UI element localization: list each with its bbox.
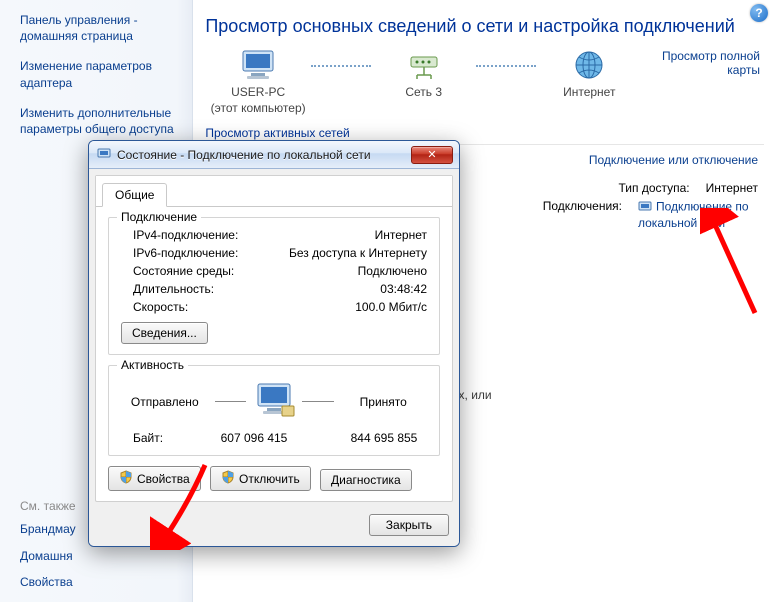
nic-icon xyxy=(97,146,111,163)
node-network-name: Сеть 3 xyxy=(371,85,477,101)
sent-label: Отправлено xyxy=(121,395,209,409)
sidebar-link-adapter-settings[interactable]: Изменение параметров адаптера xyxy=(20,58,176,90)
bytes-recv-value: 844 695 855 xyxy=(341,431,427,445)
bytes-sent-value: 607 096 415 xyxy=(211,431,297,445)
dialog-tabs: Общие xyxy=(96,176,452,207)
close-dialog-button[interactable]: Закрыть xyxy=(369,514,449,536)
group-connection-legend: Подключение xyxy=(117,210,201,224)
page-title: Просмотр основных сведений о сети и наст… xyxy=(205,16,764,37)
full-map-link[interactable]: Просмотр полной карты xyxy=(662,49,760,77)
media-label: Состояние среды: xyxy=(121,264,234,278)
bytes-label: Байт: xyxy=(121,431,211,445)
group-activity-legend: Активность xyxy=(117,358,188,372)
sidebar-link-sharing-settings[interactable]: Изменить дополнительные параметры общего… xyxy=(20,105,176,137)
media-value: Подключено xyxy=(358,264,427,278)
speed-value: 100.0 Мбит/с xyxy=(355,300,427,314)
dialog-title: Состояние - Подключение по локальной сет… xyxy=(117,148,411,162)
network-link-icon xyxy=(311,49,371,81)
shield-icon xyxy=(221,470,235,487)
help-icon[interactable]: ? xyxy=(750,4,768,22)
activity-dash-icon xyxy=(302,401,334,402)
network-node-network: Сеть 3 xyxy=(371,49,477,101)
shield-icon xyxy=(119,470,133,487)
properties-button-label: Свойства xyxy=(137,472,190,486)
duration-label: Длительность: xyxy=(121,282,214,296)
duration-value: 03:48:42 xyxy=(380,282,427,296)
node-pc-name: USER-PC xyxy=(205,85,311,101)
connections-label: Подключения: xyxy=(532,199,622,213)
connect-disconnect-link[interactable]: Подключение или отключение xyxy=(589,153,758,167)
details-button[interactable]: Сведения... xyxy=(121,322,208,344)
disable-button-label: Отключить xyxy=(239,472,300,486)
node-internet-name: Интернет xyxy=(536,85,642,101)
access-type-value: Интернет xyxy=(706,181,758,195)
ipv6-value: Без доступа к Интернету xyxy=(289,246,427,260)
nic-icon xyxy=(638,199,652,216)
ipv4-label: IPv4-подключение: xyxy=(121,228,238,242)
speed-label: Скорость: xyxy=(121,300,188,314)
status-dialog: Состояние - Подключение по локальной сет… xyxy=(88,140,460,547)
tab-general[interactable]: Общие xyxy=(102,183,167,207)
network-map: USER-PC (этот компьютер) Сеть 3 Интернет… xyxy=(205,49,764,116)
network-icon xyxy=(403,49,445,81)
sidebar-link-homegroup[interactable]: Домашня xyxy=(20,548,176,564)
active-networks-label: Просмотр активных сетей xyxy=(205,126,764,140)
sidebar-link-control-panel-home[interactable]: Панель управления - домашняя страница xyxy=(20,12,176,44)
disable-button[interactable]: Отключить xyxy=(210,466,311,491)
computer-icon xyxy=(237,49,279,81)
ipv6-label: IPv6-подключение: xyxy=(121,246,238,260)
local-connection-text: Подключение по локальной сети xyxy=(638,200,749,230)
close-icon: ✕ xyxy=(427,149,436,161)
ipv4-value: Интернет xyxy=(375,228,427,242)
dialog-titlebar[interactable]: Состояние - Подключение по локальной сет… xyxy=(89,141,459,169)
group-connection: Подключение IPv4-подключение:Интернет IP… xyxy=(108,217,440,355)
local-connection-link[interactable]: Подключение по локальной сети xyxy=(638,199,758,230)
diagnostics-button[interactable]: Диагностика xyxy=(320,469,412,491)
activity-computer-icon xyxy=(252,382,296,421)
properties-button[interactable]: Свойства xyxy=(108,466,201,491)
recv-label: Принято xyxy=(340,395,428,409)
close-button[interactable]: ✕ xyxy=(411,146,453,164)
network-link-icon xyxy=(476,49,536,81)
activity-dash-icon xyxy=(215,401,247,402)
network-node-this-pc: USER-PC (этот компьютер) xyxy=(205,49,311,116)
access-type-label: Тип доступа: xyxy=(600,181,690,195)
group-activity: Активность Отправлено Принято Байт: 607 … xyxy=(108,365,440,456)
sidebar-link-properties[interactable]: Свойства xyxy=(20,574,176,590)
node-pc-sub: (этот компьютер) xyxy=(205,101,311,117)
globe-icon xyxy=(568,49,610,81)
network-node-internet: Интернет xyxy=(536,49,642,101)
